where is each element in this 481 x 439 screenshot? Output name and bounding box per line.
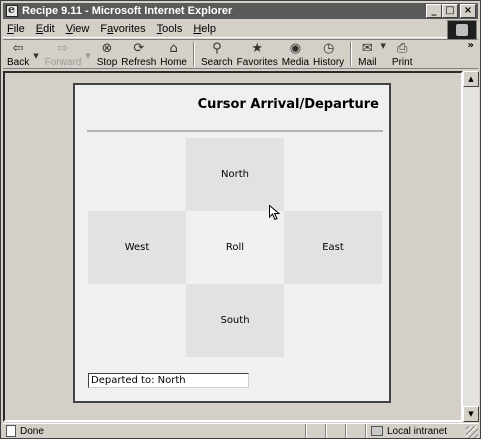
menu-edit[interactable]: Edit [36, 23, 55, 35]
mail-label: Mail [358, 57, 377, 68]
demo-page: Cursor Arrival/Departure North West Roll… [73, 83, 391, 403]
menu-file[interactable]: File [7, 23, 25, 35]
departure-status-field[interactable]: Departed to: North [88, 373, 249, 388]
stop-icon: ⊗ [101, 41, 113, 56]
back-arrow-icon: ⇦ [12, 41, 24, 56]
resize-grip[interactable] [466, 426, 478, 438]
cell-east[interactable]: East [284, 211, 382, 284]
status-pane [326, 424, 346, 438]
page-done-icon [6, 425, 16, 437]
mouse-pointer-icon [269, 205, 281, 221]
forward-label: Forward [44, 57, 82, 68]
media-label: Media [281, 57, 310, 68]
refresh-icon: ⟳ [133, 41, 145, 56]
search-icon: ⚲ [212, 41, 222, 56]
history-label: History [313, 57, 345, 68]
status-pane [346, 424, 366, 438]
home-button[interactable]: ⌂ Home [160, 40, 187, 68]
media-button[interactable]: ◉ Media [282, 40, 309, 68]
cell-north[interactable]: North [186, 138, 284, 211]
history-button[interactable]: ◷ History [313, 40, 344, 68]
cell-roll[interactable]: Roll [186, 211, 284, 284]
menu-edit-accel: E [35, 22, 44, 35]
forward-dropdown-arrow-icon[interactable]: ▼ [85, 52, 90, 60]
minimize-button[interactable]: _ [426, 4, 442, 18]
menu-help-rest: elp [201, 22, 216, 35]
menu-edit-rest: dit [43, 22, 55, 35]
favorites-icon: ★ [251, 41, 264, 56]
cell-west[interactable]: West [88, 211, 186, 284]
heading-rule [87, 130, 383, 132]
intranet-zone-icon [371, 426, 383, 436]
favorites-label: Favorites [236, 57, 278, 68]
vertical-scrollbar[interactable]: ▲ ▼ [463, 71, 479, 422]
refresh-label: Refresh [121, 57, 157, 68]
menu-view[interactable]: View [66, 23, 90, 35]
mail-dropdown-arrow-icon[interactable]: ▼ [381, 42, 386, 50]
caption-buttons: _ □ × [426, 4, 476, 18]
standard-toolbar: ⇦ Back ▼ ⇨ Forward ▼ ⊗ Stop ⟳ Refresh ⌂ … [3, 39, 478, 69]
status-text: Done [20, 425, 44, 437]
home-label: Home [160, 57, 187, 68]
menu-file-accel: F [7, 22, 14, 35]
windows-logo-throbber [447, 20, 477, 40]
security-zone: Local intranet [366, 424, 447, 438]
refresh-button[interactable]: ⟳ Refresh [121, 40, 156, 68]
mail-icon: ✉ [361, 41, 373, 56]
stop-label: Stop [96, 57, 118, 68]
history-icon: ◷ [322, 41, 335, 56]
scroll-down-button[interactable]: ▼ [463, 406, 479, 422]
back-label: Back [7, 57, 30, 68]
toolbar-separator [350, 42, 353, 66]
ie-app-icon[interactable] [6, 3, 18, 17]
print-icon: ⎙ [396, 41, 408, 56]
menu-file-rest: ile [13, 22, 25, 35]
forward-button[interactable]: ⇨ Forward [45, 40, 82, 68]
status-pane [306, 424, 326, 438]
stop-button[interactable]: ⊗ Stop [97, 40, 118, 68]
menu-view-accel: V [65, 22, 73, 35]
cell-south[interactable]: South [186, 284, 284, 357]
maximize-button[interactable]: □ [442, 4, 458, 18]
back-button[interactable]: ⇦ Back [7, 40, 29, 68]
print-button[interactable]: ⎙ Print [392, 40, 413, 68]
toolbar-separator [192, 42, 195, 66]
page-heading: Cursor Arrival/Departure [197, 97, 379, 112]
scroll-up-button[interactable]: ▲ [463, 71, 479, 87]
zone-label: Local intranet [387, 425, 448, 437]
close-button[interactable]: × [460, 4, 476, 18]
search-button[interactable]: ⚲ Search [201, 40, 233, 68]
menu-bar: File Edit View Favorites Tools Help [3, 20, 448, 38]
browser-window: Recipe 9.11 - Microsoft Internet Explore… [0, 0, 481, 439]
mail-button[interactable]: ✉ Mail [358, 40, 376, 68]
status-main: Done [3, 424, 306, 438]
media-icon: ◉ [289, 41, 302, 56]
menu-help[interactable]: Help [193, 23, 216, 35]
home-icon: ⌂ [169, 41, 178, 56]
search-label: Search [200, 57, 233, 68]
menu-view-rest: iew [72, 22, 90, 35]
forward-arrow-icon: ⇨ [57, 41, 69, 56]
status-bar: Done Local intranet [3, 423, 478, 438]
back-dropdown-arrow-icon[interactable]: ▼ [33, 52, 38, 60]
title-bar: Recipe 9.11 - Microsoft Internet Explore… [3, 3, 478, 19]
menu-tools[interactable]: Tools [157, 23, 183, 35]
menu-favorites-rest: vorites [113, 22, 146, 35]
favorites-button[interactable]: ★ Favorites [237, 40, 278, 68]
menu-favorites[interactable]: Favorites [100, 23, 145, 35]
windows-logo-icon [456, 24, 468, 36]
window-title: Recipe 9.11 - Microsoft Internet Explore… [22, 5, 233, 17]
print-label: Print [391, 57, 413, 68]
toolbar-overflow-chevron[interactable]: » [468, 40, 474, 51]
menu-tools-rest: ools [162, 22, 183, 35]
